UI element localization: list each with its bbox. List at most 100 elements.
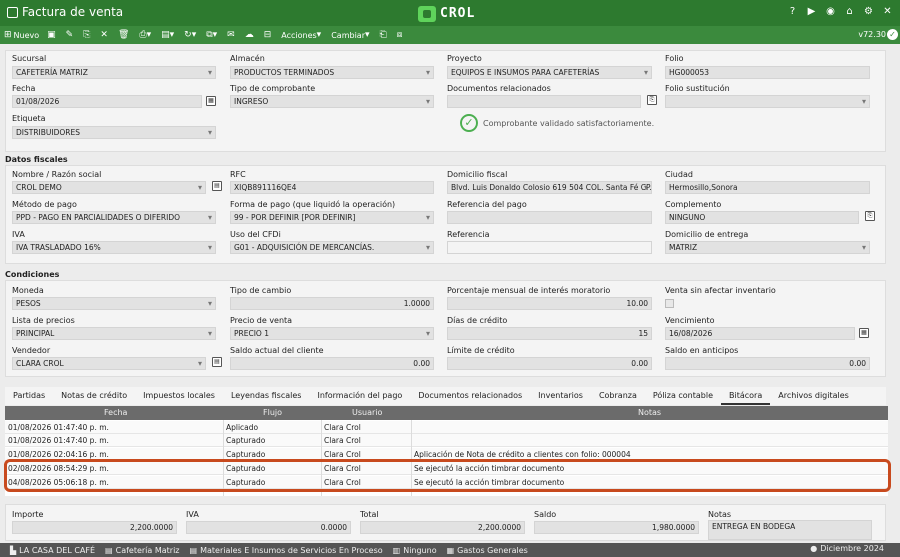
metodo-select[interactable]: PPD - PAGO EN PARCIALIDADES O DIFERIDO	[12, 211, 216, 224]
status-expense[interactable]: ▦ Gastos Generales	[447, 546, 528, 555]
fecha-label: Fecha	[12, 84, 36, 93]
tab-inventarios[interactable]: Inventarios	[530, 388, 591, 405]
almacen-select[interactable]: PRODUCTOS TERMINADOS	[230, 66, 434, 79]
nombre-select[interactable]: CROL DEMO	[12, 181, 206, 194]
tipo-cambio-field[interactable]: 1.0000	[230, 297, 434, 310]
calendar-icon[interactable]: ▦	[859, 328, 869, 338]
table-row[interactable]: 04/08/2026 05:06:18 p. m. Capturado Clar…	[5, 476, 888, 489]
sucursal-label: Sucursal	[12, 54, 47, 63]
calendar-icon[interactable]: ▦	[206, 96, 216, 106]
tab-notas-credito[interactable]: Notas de crédito	[53, 388, 135, 405]
moneda-select[interactable]: PESOS	[12, 297, 216, 310]
tab-cobranza[interactable]: Cobranza	[591, 388, 645, 405]
chevron-down-icon: ▾	[364, 30, 370, 40]
attach-button[interactable]: ⧈	[397, 30, 405, 40]
referencia-field[interactable]	[447, 241, 652, 254]
home-icon[interactable]: ⌂	[843, 5, 856, 18]
settings-icon[interactable]: ⚙	[862, 5, 875, 18]
branch-icon: ▤	[105, 545, 113, 555]
cell-flujo: Aplicado	[226, 423, 259, 432]
status-period[interactable]: ● Diciembre 2024	[810, 544, 884, 553]
status-branch[interactable]: ▤ Cafetería Matriz	[105, 546, 179, 555]
documents-icon[interactable]: ⎘	[647, 95, 657, 105]
column-divider	[223, 420, 224, 496]
export-button[interactable]: ▤▾	[161, 30, 176, 40]
help-icon[interactable]: ?	[786, 5, 799, 18]
tab-bitacora[interactable]: Bitácora	[721, 388, 771, 405]
upload-button[interactable]: ☁	[245, 30, 256, 40]
tab-impuestos-locales[interactable]: Impuestos locales	[135, 388, 223, 405]
tab-informacion-pago[interactable]: Información del pago	[309, 388, 410, 405]
close-icon[interactable]: ✕	[881, 5, 894, 18]
column-header-usuario[interactable]: Usuario	[352, 408, 382, 417]
precio-select[interactable]: PRECIO 1	[230, 327, 434, 340]
domicilio-select[interactable]: Blvd. Luis Donaldo Colosio 619 504 COL. …	[447, 181, 652, 194]
window-title: Factura de venta	[22, 5, 124, 19]
forma-select[interactable]: 99 - POR DEFINIR [POR DEFINIR]	[230, 211, 434, 224]
company-icon: ▙	[10, 545, 17, 555]
etiqueta-select[interactable]: DISTRIBUIDORES	[12, 126, 216, 139]
ciudad-field[interactable]: Hermosillo,Sonora	[665, 181, 870, 194]
status-company[interactable]: ▙ LA CASA DEL CAFÉ	[10, 546, 95, 555]
actions-menu[interactable]: Acciones ▾	[281, 30, 323, 40]
tab-documentos-relacionados[interactable]: Documentos relacionados	[410, 388, 530, 405]
sucursal-select[interactable]: CAFETERÍA MATRIZ	[12, 66, 216, 79]
column-header-fecha[interactable]: Fecha	[104, 408, 127, 417]
fecha-field[interactable]: 01/08/2026	[12, 95, 202, 108]
vencimiento-field[interactable]: 16/08/2026	[665, 327, 855, 340]
delete-button[interactable]: 🗑	[118, 30, 131, 40]
domicilio-entrega-select[interactable]: MATRIZ	[665, 241, 870, 254]
new-button[interactable]: ⊞ Nuevo	[4, 30, 39, 40]
column-header-flujo[interactable]: Flujo	[263, 408, 282, 417]
dias-field[interactable]: 15	[447, 327, 652, 340]
proyecto-select[interactable]: EQUIPOS E INSUMOS PARA CAFETERÍAS	[447, 66, 652, 79]
save-button[interactable]: ▣	[47, 30, 58, 40]
status-department[interactable]: ▥ Ninguno	[393, 546, 437, 555]
tipo-comprobante-select[interactable]: INGRESO	[230, 95, 434, 108]
complemento-icon[interactable]: ⎘	[865, 211, 875, 221]
vendedor-select[interactable]: CLARA CROL	[12, 357, 206, 370]
copy-button[interactable]: ⧉▾	[206, 30, 219, 40]
chat-icon[interactable]: ◉	[824, 5, 837, 18]
cell-notas: Aplicación de Nota de crédito a clientes…	[414, 450, 631, 459]
status-project[interactable]: ▤ Materiales E Insumos de Servicios En Pr…	[190, 546, 383, 555]
referencia-pago-field[interactable]	[447, 211, 652, 224]
iva-total-label: IVA	[186, 510, 199, 519]
table-row[interactable]: 01/08/2026 01:47:40 p. m. Capturado Clar…	[5, 434, 888, 447]
table-row[interactable]: 02/08/2026 08:54:29 p. m. Capturado Clar…	[5, 462, 888, 475]
vendor-card-icon[interactable]: ▤	[212, 357, 222, 367]
complemento-field[interactable]: NINGUNO	[665, 211, 859, 224]
cell-flujo: Capturado	[226, 450, 266, 459]
iva-select[interactable]: IVA TRASLADADO 16%	[12, 241, 216, 254]
inbox-button[interactable]: ⊟	[264, 30, 274, 40]
change-menu[interactable]: Cambiar ▾	[331, 30, 371, 40]
mail-button[interactable]: ✉	[227, 30, 237, 40]
lista-select[interactable]: PRINCIPAL	[12, 327, 216, 340]
edit-button[interactable]: ✎	[66, 30, 76, 40]
stamp-button[interactable]: ⎘	[83, 30, 92, 40]
folio-field[interactable]: HG000053	[665, 66, 870, 79]
folio-sustitucion-select[interactable]	[665, 95, 870, 108]
doc-button[interactable]: ⎗	[380, 30, 389, 40]
documentos-field[interactable]	[447, 95, 641, 108]
porcentaje-field[interactable]: 10.00	[447, 297, 652, 310]
tab-leyendas-fiscales[interactable]: Leyendas fiscales	[223, 388, 309, 405]
venta-sin-checkbox[interactable]	[665, 299, 674, 308]
tab-poliza-contable[interactable]: Póliza contable	[645, 388, 721, 405]
attach-icon: ⧈	[396, 30, 403, 40]
notas-field[interactable]: ENTREGA EN BODEGA	[708, 520, 872, 540]
table-row[interactable]: 01/08/2026 02:04:16 p. m. Capturado Clar…	[5, 448, 888, 461]
client-card-icon[interactable]: ▤	[212, 181, 222, 191]
tab-partidas[interactable]: Partidas	[5, 388, 53, 405]
mail-icon: ✉	[227, 30, 235, 40]
table-row[interactable]: 01/08/2026 01:47:40 p. m. Aplicado Clara…	[5, 421, 888, 434]
column-divider	[411, 420, 412, 496]
column-header-notas[interactable]: Notas	[638, 408, 661, 417]
cancel-button[interactable]: ✕	[100, 30, 110, 40]
video-icon[interactable]: ▶	[805, 5, 818, 18]
uso-cfdi-select[interactable]: G01 - ADQUISICIÓN DE MERCANCÍAS.	[230, 241, 434, 254]
refresh-button[interactable]: ↻▾	[184, 30, 198, 40]
print-button[interactable]: ⎙▾	[139, 30, 153, 40]
tab-archivos-digitales[interactable]: Archivos digitales	[770, 388, 857, 405]
rfc-field[interactable]: XIQB891116QE4	[230, 181, 434, 194]
